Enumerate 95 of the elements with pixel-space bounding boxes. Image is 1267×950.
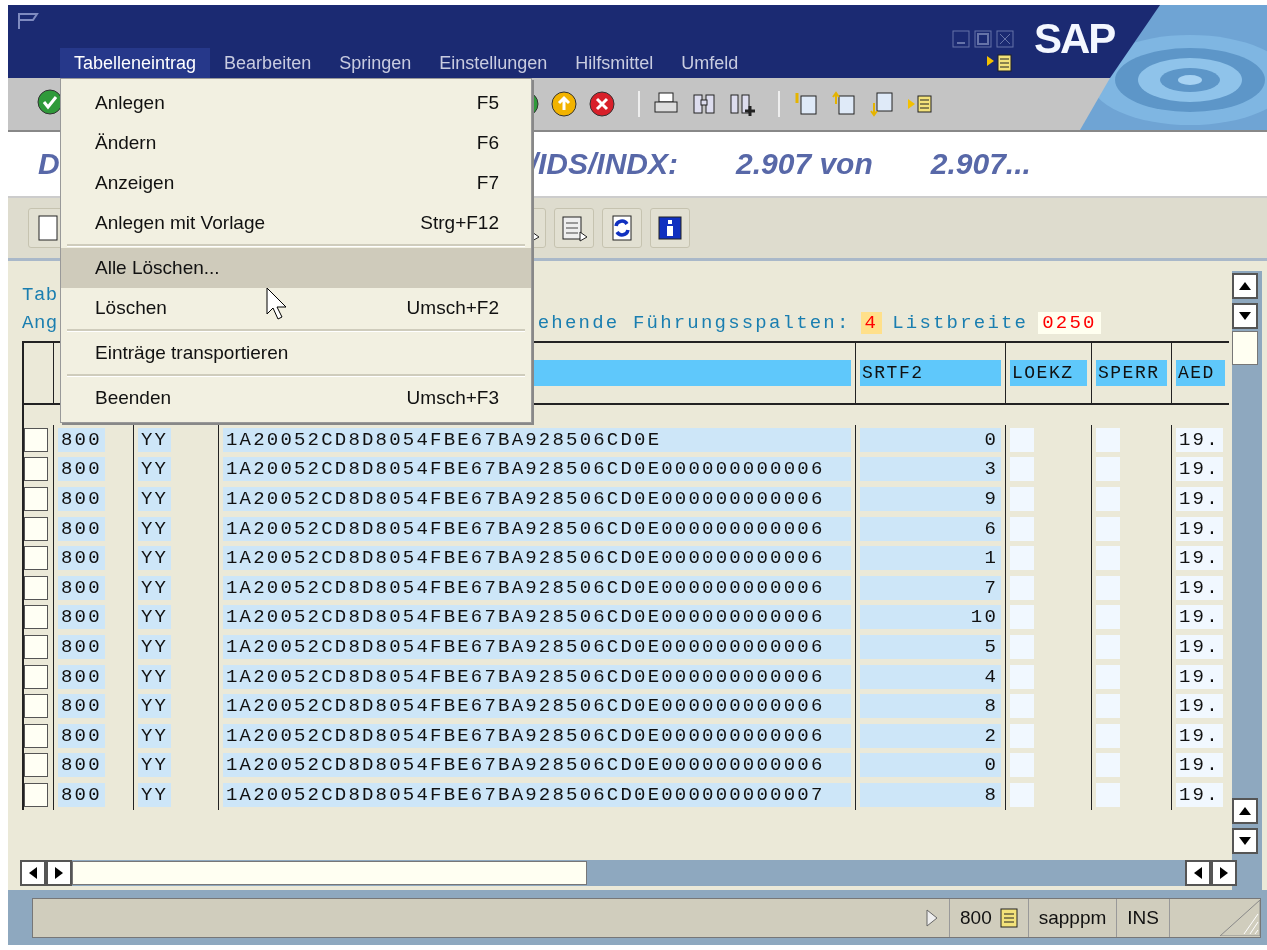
table-cell: YY xyxy=(138,457,172,482)
table-cell: 800 xyxy=(58,694,105,719)
table-cell: 800 xyxy=(58,753,105,778)
table-cell: 19. xyxy=(1176,546,1223,571)
table-cell: 0 xyxy=(860,753,1001,778)
menu-item[interactable]: Einstellungen xyxy=(425,48,562,78)
table-cell: 1A20052CD8D8054FBE67BA928506CD0E000000000006 xyxy=(223,753,851,778)
table-cell: YY xyxy=(138,605,172,630)
menu-item[interactable]: Alle Löschen... xyxy=(61,248,531,288)
table-cell: YY xyxy=(138,664,172,689)
table-cell: 19. xyxy=(1176,575,1223,600)
sap-logo: SAP xyxy=(1034,15,1115,63)
menu-item[interactable]: Löschen Umsch+F2 xyxy=(61,288,531,328)
table-cell: 1A20052CD8D8054FBE67BA928506CD0E000000000006 xyxy=(223,546,851,571)
table-cell: 19. xyxy=(1176,694,1223,719)
table-cell: 800 xyxy=(58,516,105,541)
list-width-label: Listbreite xyxy=(892,312,1029,334)
column-header[interactable]: SRTF2 xyxy=(860,360,1001,386)
table-cell: YY xyxy=(138,575,172,600)
info-text: ehende Führungsspalten: xyxy=(537,312,851,334)
table-cell: 800 xyxy=(58,634,105,659)
table-cell: 1A20052CD8D8054FBE67BA928506CD0E000000000006 xyxy=(223,575,851,600)
table-cell: 1A20052CD8D8054FBE67BA928506CD0E xyxy=(223,427,851,452)
table-cell: 800 xyxy=(58,575,105,600)
table-cell: 8 xyxy=(860,694,1001,719)
info-text: Tab xyxy=(22,284,58,306)
table-cell: 800 xyxy=(58,782,105,807)
table-cell: 19. xyxy=(1176,753,1223,778)
column-header[interactable]: LOEKZ xyxy=(1010,360,1087,386)
table-cell: 19. xyxy=(1176,723,1223,748)
table-cell: 3 xyxy=(860,457,1001,482)
screen-title: D xyxy=(38,147,60,181)
table-cell: YY xyxy=(138,634,172,659)
list-width-value: 0250 xyxy=(1038,312,1101,334)
table-cell: YY xyxy=(138,723,172,748)
system-field: 800 xyxy=(960,906,992,929)
menu-item[interactable]: Anzeigen F7 xyxy=(61,163,531,203)
menu-item[interactable]: Einträge transportieren xyxy=(61,333,531,373)
table-cell: YY xyxy=(138,782,172,807)
table-cell: YY xyxy=(138,516,172,541)
screen-title: 2.907 von xyxy=(736,147,873,181)
user-field: sapppm xyxy=(1038,906,1107,929)
table-cell: 800 xyxy=(58,723,105,748)
table-cell: 19. xyxy=(1176,516,1223,541)
table-cell: 1A20052CD8D8054FBE67BA928506CD0E000000000006 xyxy=(223,664,851,689)
lead-columns-value: 4 xyxy=(860,312,883,334)
table-cell: 2 xyxy=(860,723,1001,748)
menu-item[interactable]: Beenden Umsch+F3 xyxy=(61,378,531,418)
table-cell: 19. xyxy=(1176,782,1223,807)
column-header[interactable]: SPERR xyxy=(1096,360,1167,386)
menu-item[interactable]: Springen xyxy=(325,48,426,78)
mode-field: INS xyxy=(1127,906,1159,929)
table-cell: 1A20052CD8D8054FBE67BA928506CD0E000000000006 xyxy=(223,694,851,719)
table-cell: 800 xyxy=(58,427,105,452)
table-cell: YY xyxy=(138,546,172,571)
menu-item[interactable]: Bearbeiten xyxy=(210,48,326,78)
menu-item[interactable]: Umfeld xyxy=(667,48,753,78)
table-cell: 1A20052CD8D8054FBE67BA928506CD0E000000000007 xyxy=(223,782,851,807)
table-cell: YY xyxy=(138,487,172,511)
column-header[interactable]: AED xyxy=(1176,360,1225,386)
table-cell: 19. xyxy=(1176,457,1223,482)
table-cell: 800 xyxy=(58,487,105,511)
screen-title: /IDS/INDX: xyxy=(529,147,679,181)
table-cell: 1A20052CD8D8054FBE67BA928506CD0E000000000006 xyxy=(223,634,851,659)
screen-title: 2.907... xyxy=(930,147,1031,181)
table-cell: 5 xyxy=(860,634,1001,659)
table-cell: 800 xyxy=(58,664,105,689)
table-cell: 800 xyxy=(58,546,105,571)
menu-item[interactable]: Ändern F6 xyxy=(61,123,531,163)
table-cell: 19. xyxy=(1176,605,1223,630)
table-cell: 1A20052CD8D8054FBE67BA928506CD0E000000000006 xyxy=(223,723,851,748)
table-cell: 19. xyxy=(1176,487,1223,511)
table-cell: YY xyxy=(138,753,172,778)
table-cell: YY xyxy=(138,427,172,452)
table-cell: 10 xyxy=(860,605,1001,630)
table-cell: 4 xyxy=(860,664,1001,689)
table-cell: 6 xyxy=(860,516,1001,541)
table-cell: 9 xyxy=(860,487,1001,511)
table-cell: 0 xyxy=(860,427,1001,452)
table-cell: YY xyxy=(138,694,172,719)
table-cell: 19. xyxy=(1176,427,1223,452)
table-cell: 19. xyxy=(1176,664,1223,689)
table-cell: 800 xyxy=(58,457,105,482)
table-cell: 800 xyxy=(58,605,105,630)
table-cell: 1A20052CD8D8054FBE67BA928506CD0E000000000006 xyxy=(223,605,851,630)
menu-item[interactable]: Tabelleneintrag xyxy=(60,48,211,78)
table-cell: 19. xyxy=(1176,634,1223,659)
menu-item[interactable]: Hilfsmittel xyxy=(561,48,668,78)
table-cell: 1A20052CD8D8054FBE67BA928506CD0E000000000006 xyxy=(223,516,851,541)
table-cell: 1A20052CD8D8054FBE67BA928506CD0E000000000006 xyxy=(223,487,851,511)
table-cell: 7 xyxy=(860,575,1001,600)
table-cell: 8 xyxy=(860,782,1001,807)
table-cell: 1 xyxy=(860,546,1001,571)
info-text: Ang xyxy=(22,312,58,334)
table-cell: 1A20052CD8D8054FBE67BA928506CD0E000000000006 xyxy=(223,457,851,482)
